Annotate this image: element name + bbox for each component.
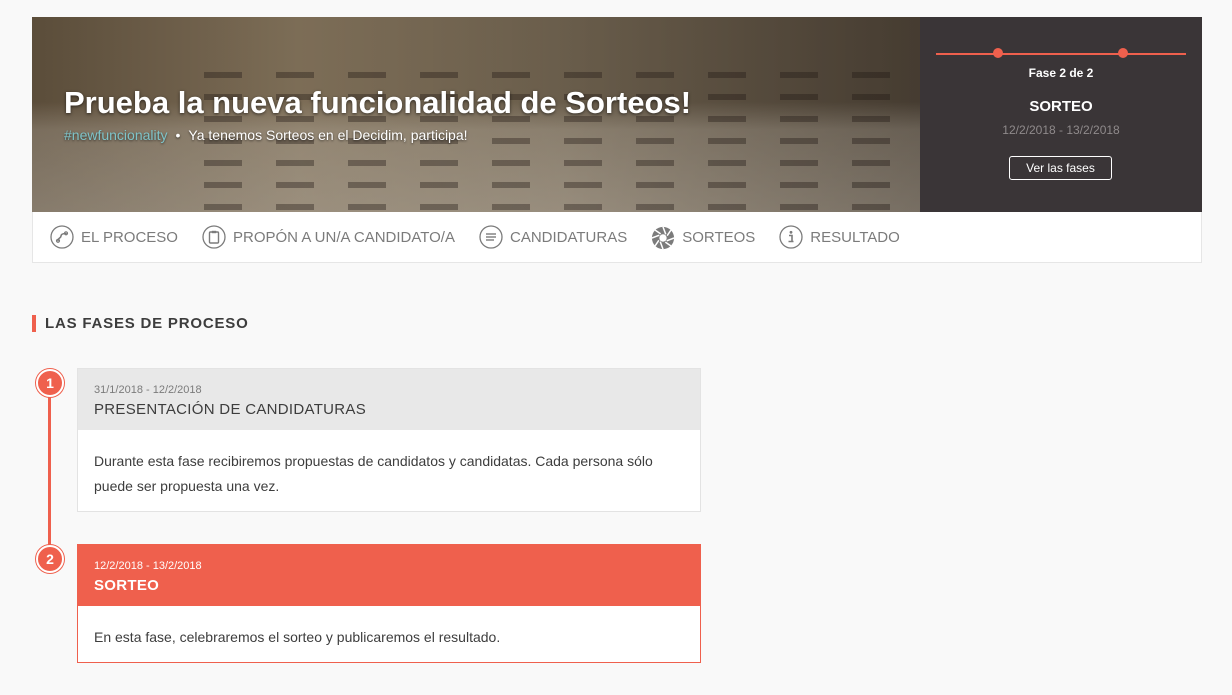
section-title: Las fases de proceso — [32, 315, 249, 332]
current-phase-box: Fase 2 de 2 SORTEO 12/2/2018 - 13/2/2018… — [920, 17, 1202, 212]
process-subtitle: #newfuncionality • Ya tenemos Sorteos en e… — [64, 127, 468, 143]
process-hero: Prueba la nueva funcionalidad de Sorteos… — [32, 17, 1202, 212]
info-icon — [779, 225, 803, 249]
current-phase-dates: 12/2/2018 - 13/2/2018 — [1002, 123, 1120, 137]
shutter-icon — [651, 225, 675, 250]
phase-title: SORTEO — [94, 577, 160, 594]
subtitle-text: Ya tenemos Sorteos en el Decidim, partic… — [188, 127, 468, 143]
phase-description: Durante esta fase recibiremos propuestas… — [94, 453, 653, 494]
process-icon — [50, 225, 74, 249]
clipboard-icon — [202, 225, 226, 249]
phase-description: En esta fase, celebraremos el sorteo y p… — [94, 629, 501, 645]
view-phases-button[interactable]: Ver las fases — [1009, 156, 1112, 180]
list-icon — [479, 225, 503, 249]
phase-card-header: 12/2/2018 - 13/2/2018 SORTEO — [78, 545, 700, 606]
nav-item-result[interactable]: Resultado — [779, 225, 900, 249]
phase-card-active: 12/2/2018 - 13/2/2018 SORTEO En esta fas… — [77, 544, 701, 663]
current-phase-name: SORTEO — [1029, 98, 1093, 115]
phase-dot-1 — [993, 48, 1003, 58]
process-title: Prueba la nueva funcionalidad de Sorteos… — [64, 85, 692, 120]
phase-title: PRESENTACIÓN DE CANDIDATURAS — [94, 401, 367, 418]
nav-label-propose-candidate: Propón a un/a candidato/a — [232, 228, 455, 246]
nav-item-process[interactable]: El proceso — [50, 225, 178, 249]
timeline-line — [48, 396, 51, 548]
hashtag-link[interactable]: #newfuncionality — [64, 127, 168, 143]
step-number-1: 1 — [36, 369, 64, 397]
phase-count: Fase 2 de 2 — [1028, 66, 1094, 80]
phase-dates: 31/1/2018 - 12/2/2018 — [94, 384, 202, 396]
nav-item-draws[interactable]: Sorteos — [651, 225, 756, 250]
hero-banner-image: Prueba la nueva funcionalidad de Sorteos… — [32, 17, 920, 212]
nav-label-draws: Sorteos — [682, 228, 756, 246]
process-nav: El proceso Propón a un/a candidato/a Can… — [32, 212, 1202, 263]
nav-item-candidacies[interactable]: Candidaturas — [479, 225, 627, 249]
nav-item-propose-candidate[interactable]: Propón a un/a candidato/a — [202, 225, 455, 249]
phase-dates: 12/2/2018 - 13/2/2018 — [94, 560, 202, 572]
phase-progress-line — [936, 53, 1186, 55]
nav-label-process: El proceso — [81, 228, 178, 246]
phase-card: 31/1/2018 - 12/2/2018 PRESENTACIÓN DE CA… — [77, 368, 701, 512]
phase-dot-2 — [1118, 48, 1128, 58]
nav-label-candidacies: Candidaturas — [509, 228, 628, 246]
step-number-2: 2 — [36, 545, 64, 573]
phase-card-header: 31/1/2018 - 12/2/2018 PRESENTACIÓN DE CA… — [78, 369, 700, 430]
separator-dot: • — [175, 127, 181, 143]
nav-label-result: Resultado — [810, 228, 900, 246]
